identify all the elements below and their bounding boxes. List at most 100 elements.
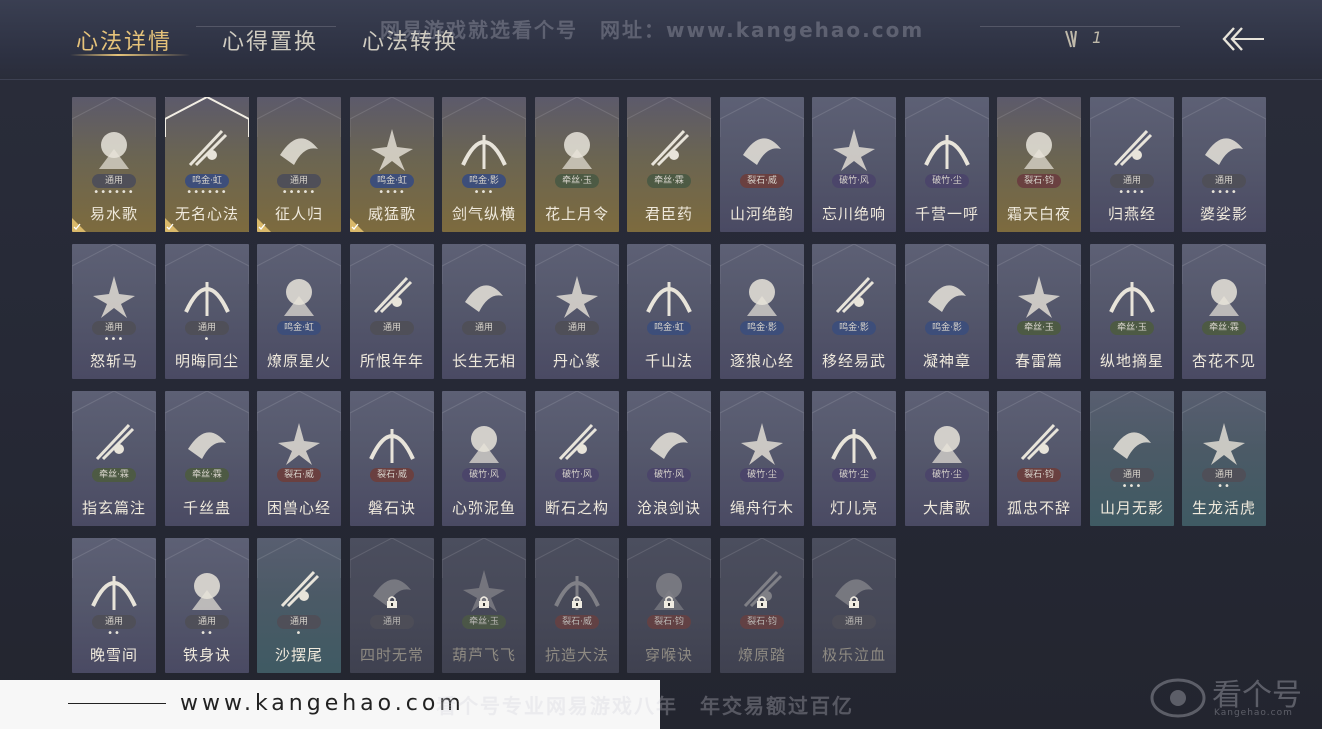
xinfa-card[interactable]: 鸣金·影 逐狼心经 (720, 244, 804, 379)
flower-icon (562, 132, 592, 169)
xinfa-card[interactable]: 通用 长生无相 (442, 244, 526, 379)
xinfa-card[interactable]: 鸣金·影 ••• 剑气纵横 (442, 97, 526, 232)
xinfa-card[interactable]: 牵丝·霖 杏花不见 (1182, 244, 1266, 379)
xinfa-card[interactable]: 鸣金·虹 •••• 威猛歌 (350, 97, 434, 232)
xinfa-card[interactable]: 裂石·钧 穿喉诀 (627, 538, 711, 673)
card-school-tag: 牵丝·霖 (92, 468, 136, 482)
tab-xinde-replace[interactable]: 心得置换 (222, 24, 318, 56)
xinfa-card[interactable]: 破竹·风 心弥泥鱼 (442, 391, 526, 526)
card-level-dots (720, 189, 804, 197)
xinfa-card[interactable]: 裂石·钧 孤忠不辞 (997, 391, 1081, 526)
xinfa-card[interactable]: 鸣金·虹 千山法 (627, 244, 711, 379)
lock-icon (664, 596, 674, 608)
lock-icon (387, 596, 397, 608)
card-school-tag: 牵丝·霖 (1202, 321, 1246, 335)
card-level-dots: ••• (103, 334, 125, 345)
tab-xinfa-details[interactable]: 心法详情 (76, 24, 172, 56)
xinfa-card[interactable]: 牵丝·玉 葫芦飞飞 (442, 538, 526, 673)
xinfa-card[interactable]: 裂石·威 困兽心经 (257, 391, 341, 526)
xinfa-card[interactable]: 裂石·威 磐石诀 (350, 391, 434, 526)
xinfa-card[interactable]: 裂石·威 山河绝韵 (720, 97, 804, 232)
xinfa-card[interactable]: 鸣金·虹 •••••• 无名心法 (165, 97, 249, 232)
reed-icon (373, 276, 413, 314)
xinfa-card[interactable]: 破竹·风 忘川绝响 (812, 97, 896, 232)
bow-icon (928, 285, 966, 312)
muscle-icon (192, 573, 222, 610)
blossom-icon (1209, 279, 1239, 316)
card-level-dots (812, 483, 896, 491)
xinfa-card[interactable]: 通用 •• 铁身诀 (165, 538, 249, 673)
xinfa-card[interactable]: 裂石·威 抗造大法 (535, 538, 619, 673)
card-name: 花上月令 (544, 205, 609, 223)
card-name: 移经易武 (821, 352, 886, 370)
card-school-tag: 鸣金·虹 (647, 321, 691, 335)
xinfa-card[interactable]: 破竹·尘 灯儿亮 (812, 391, 896, 526)
card-name: 铁身诀 (182, 646, 231, 664)
xinfa-card[interactable]: 破竹·风 沧浪剑诀 (627, 391, 711, 526)
xinfa-card[interactable]: 破竹·尘 千营一呼 (905, 97, 989, 232)
scythe-icon (284, 279, 314, 316)
decorative-line (196, 26, 336, 27)
card-name: 山河绝韵 (729, 205, 794, 223)
xinfa-card[interactable]: 破竹·尘 大唐歌 (905, 391, 989, 526)
card-school-tag: 通用 (185, 615, 229, 629)
xinfa-card[interactable]: 牵丝·玉 纵地摘星 (1090, 244, 1174, 379)
count-value: 1 (1092, 28, 1103, 47)
flag-icon (924, 135, 970, 169)
xinfa-card[interactable]: 破竹·风 断石之构 (535, 391, 619, 526)
card-school-tag: 裂石·钧 (1017, 468, 1061, 482)
card-name: 心弥泥鱼 (451, 499, 516, 517)
xinfa-card[interactable]: 通用 所恨年年 (350, 244, 434, 379)
xinfa-card[interactable]: 牵丝·霖 千丝蛊 (165, 391, 249, 526)
footer-watermark: 看个号专业网易游戏八年 年交易额过百亿 (436, 694, 854, 718)
card-name: 霜天白夜 (1006, 205, 1071, 223)
xinfa-card[interactable]: 通用 •• 晚雪间 (72, 538, 156, 673)
xinfa-card[interactable]: 鸣金·虹 燎原星火 (257, 244, 341, 379)
card-name: 凝神章 (922, 352, 971, 370)
xinfa-card[interactable]: 通用 • 明晦同尘 (165, 244, 249, 379)
xinfa-card[interactable]: 通用 四时无常 (350, 538, 434, 673)
card-level-dots (72, 483, 156, 491)
xinfa-card[interactable]: 通用 •••• 婆娑影 (1182, 97, 1266, 232)
card-level-dots: •••• (1118, 187, 1146, 198)
xinfa-card[interactable]: 鸣金·影 移经易武 (812, 244, 896, 379)
card-name: 丹心篆 (552, 352, 601, 370)
xinfa-card[interactable]: 裂石·钧 霜天白夜 (997, 97, 1081, 232)
xinfa-card[interactable]: 通用 ••• 山月无影 (1090, 391, 1174, 526)
card-level-dots (350, 630, 434, 638)
card-school-tag: 破竹·尘 (925, 468, 969, 482)
xinfa-card[interactable]: 裂石·钧 燎原踏 (720, 538, 804, 673)
equipped-check-icon (257, 218, 271, 232)
xinfa-card[interactable]: 破竹·尘 绳舟行木 (720, 391, 804, 526)
top-bar: 心法详情 心得置换 心法转换 网易游戏就选看个号 网址：www.kangehao… (0, 0, 1322, 80)
xinfa-card[interactable]: 鸣金·影 凝神章 (905, 244, 989, 379)
item-count: 1 (1064, 28, 1102, 49)
card-school-tag: 裂石·威 (555, 615, 599, 629)
xinfa-card[interactable]: 牵丝·霖 指玄篇注 (72, 391, 156, 526)
xinfa-card[interactable]: 通用 •• 生龙活虎 (1182, 391, 1266, 526)
storm-icon (1018, 276, 1060, 318)
xinfa-card[interactable]: 通用 ••• 怒斩马 (72, 244, 156, 379)
card-school-tag: 牵丝·玉 (555, 174, 599, 188)
xinfa-card[interactable]: 通用 • 沙摆尾 (257, 538, 341, 673)
xinfa-card[interactable]: 通用 极乐泣血 (812, 538, 896, 673)
card-school-tag: 通用 (92, 615, 136, 629)
back-arrow-icon[interactable] (1220, 22, 1268, 56)
xinfa-card[interactable]: 通用 ••••• 征人归 (257, 97, 341, 232)
card-school-tag: 裂石·钧 (647, 615, 691, 629)
card-level-dots (442, 630, 526, 638)
xinfa-card[interactable]: 通用 •••••• 易水歌 (72, 97, 156, 232)
xinfa-card[interactable]: 牵丝·玉花上月令 (535, 97, 619, 232)
snake-icon (184, 282, 230, 316)
card-name: 婆娑影 (1199, 205, 1248, 223)
card-school-tag: 裂石·钧 (740, 615, 784, 629)
card-level-dots (627, 630, 711, 638)
xinfa-card[interactable]: 牵丝·玉 春雷篇 (997, 244, 1081, 379)
card-level-dots (720, 336, 804, 344)
card-name: 山月无影 (1099, 499, 1164, 517)
card-school-tag: 鸣金·虹 (370, 174, 414, 188)
xinfa-card[interactable]: 牵丝·霖 君臣药 (627, 97, 711, 232)
xinfa-card[interactable]: 通用 •••• 归燕经 (1090, 97, 1174, 232)
card-school-tag: 通用 (370, 321, 414, 335)
xinfa-card[interactable]: 通用 丹心篆 (535, 244, 619, 379)
